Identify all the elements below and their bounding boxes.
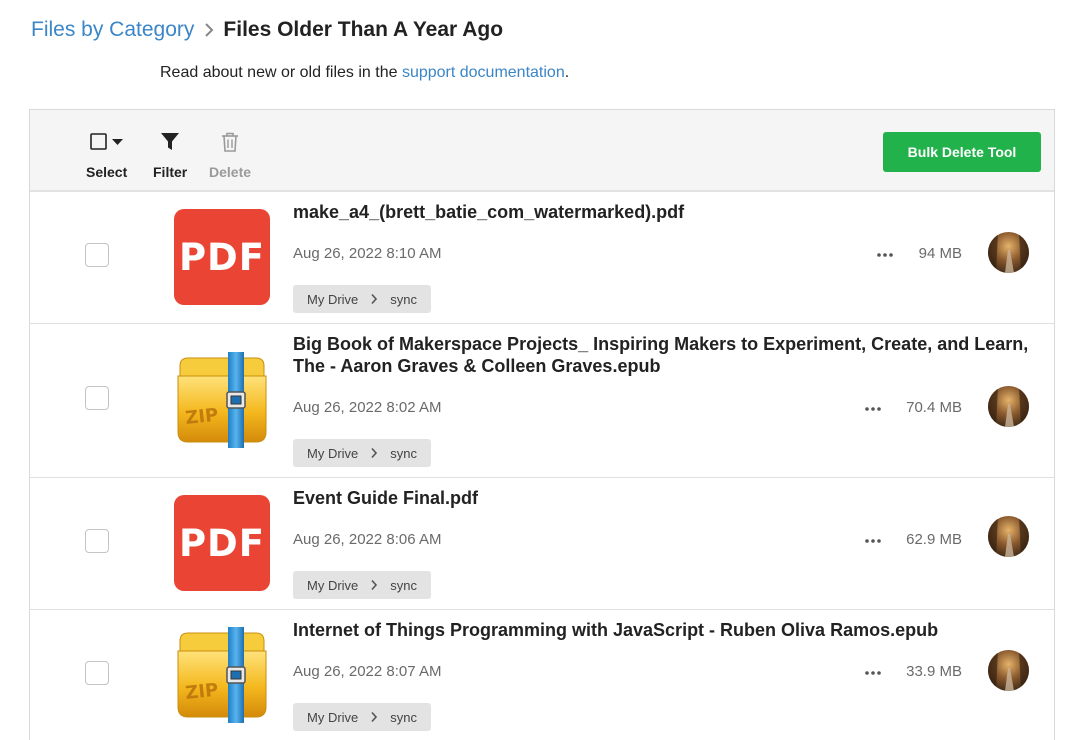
avatar[interactable] [988, 650, 1029, 691]
file-size: 70.4 MB [906, 399, 962, 416]
chevron-right-icon [370, 711, 378, 723]
select-label: Select [86, 164, 128, 180]
path-segment: sync [390, 445, 418, 461]
select-dropdown[interactable]: Select [86, 130, 127, 180]
help-suffix: . [564, 64, 570, 81]
pdf-icon: PDF [174, 495, 270, 591]
avatar[interactable] [988, 232, 1029, 273]
zip-icon: ZIP [174, 352, 270, 448]
path-segment: My Drive [307, 445, 359, 461]
avatar[interactable] [988, 516, 1029, 557]
file-size: 62.9 MB [906, 531, 962, 548]
pdf-icon: PDF [174, 209, 270, 305]
row-checkbox[interactable] [85, 386, 109, 410]
checkbox-dropdown-icon [88, 130, 126, 154]
file-name[interactable]: Internet of Things Programming with Java… [293, 619, 1053, 641]
trash-icon [220, 130, 240, 154]
support-documentation-link[interactable]: support documentation [402, 64, 565, 81]
help-text: Read about new or old files in the suppo… [160, 64, 569, 82]
file-size: 94 MB [918, 245, 962, 262]
more-options-icon[interactable] [875, 250, 895, 260]
file-path[interactable]: My Drive sync [293, 703, 432, 731]
file-name[interactable]: Event Guide Final.pdf [293, 487, 1053, 509]
path-segment: My Drive [307, 577, 359, 593]
breadcrumb: Files by Category Files Older Than A Yea… [31, 16, 503, 44]
path-segment: sync [390, 577, 418, 593]
files-panel: Select Filter Delete Bulk Delete Tool PD… [29, 109, 1055, 740]
chevron-right-icon [370, 579, 378, 591]
chevron-right-icon [370, 293, 378, 305]
file-row: PDF Event Guide Final.pdf Aug 26, 2022 8… [30, 478, 1054, 610]
file-date: Aug 26, 2022 8:07 AM [293, 663, 442, 680]
help-prefix: Read about new or old files in the [160, 64, 402, 81]
path-segment: sync [390, 291, 418, 307]
file-name[interactable]: make_a4_(brett_batie_com_watermarked).pd… [293, 201, 1053, 223]
chevron-right-icon [204, 22, 214, 38]
file-date: Aug 26, 2022 8:06 AM [293, 531, 442, 548]
file-name[interactable]: Big Book of Makerspace Projects_ Inspiri… [293, 333, 1053, 377]
avatar[interactable] [988, 386, 1029, 427]
row-checkbox[interactable] [85, 243, 109, 267]
zip-icon: ZIP [174, 627, 270, 723]
file-date: Aug 26, 2022 8:10 AM [293, 245, 442, 262]
path-segment: sync [390, 709, 418, 725]
chevron-right-icon [370, 447, 378, 459]
bulk-delete-tool-button[interactable]: Bulk Delete Tool [883, 132, 1041, 172]
file-date: Aug 26, 2022 8:02 AM [293, 399, 442, 416]
more-options-icon[interactable] [863, 668, 883, 678]
file-row: ZIP Big Book of Makerspace Projects_ Ins… [30, 324, 1054, 478]
filter-icon [159, 130, 181, 154]
file-row: PDF make_a4_(brett_batie_com_watermarked… [30, 192, 1054, 324]
more-options-icon[interactable] [863, 536, 883, 546]
file-size: 33.9 MB [906, 663, 962, 680]
filter-label: Filter [153, 164, 188, 180]
more-options-icon[interactable] [863, 404, 883, 414]
page-title: Files Older Than A Year Ago [223, 18, 504, 41]
filter-button[interactable]: Filter [153, 130, 187, 180]
svg-text:ZIP: ZIP [184, 405, 219, 429]
file-row: ZIP Internet of Things Programming with … [30, 610, 1054, 740]
delete-label: Delete [209, 164, 252, 180]
file-path[interactable]: My Drive sync [293, 285, 432, 313]
toolbar: Select Filter Delete Bulk Delete Tool [30, 110, 1054, 192]
row-checkbox[interactable] [85, 529, 109, 553]
row-checkbox[interactable] [85, 661, 109, 685]
path-segment: My Drive [307, 291, 359, 307]
file-list: PDF make_a4_(brett_batie_com_watermarked… [30, 192, 1054, 740]
svg-text:ZIP: ZIP [184, 680, 219, 704]
file-path[interactable]: My Drive sync [293, 439, 432, 467]
file-path[interactable]: My Drive sync [293, 571, 432, 599]
breadcrumb-files-by-category[interactable]: Files by Category [31, 18, 194, 42]
delete-button[interactable]: Delete [209, 130, 251, 180]
path-segment: My Drive [307, 709, 359, 725]
